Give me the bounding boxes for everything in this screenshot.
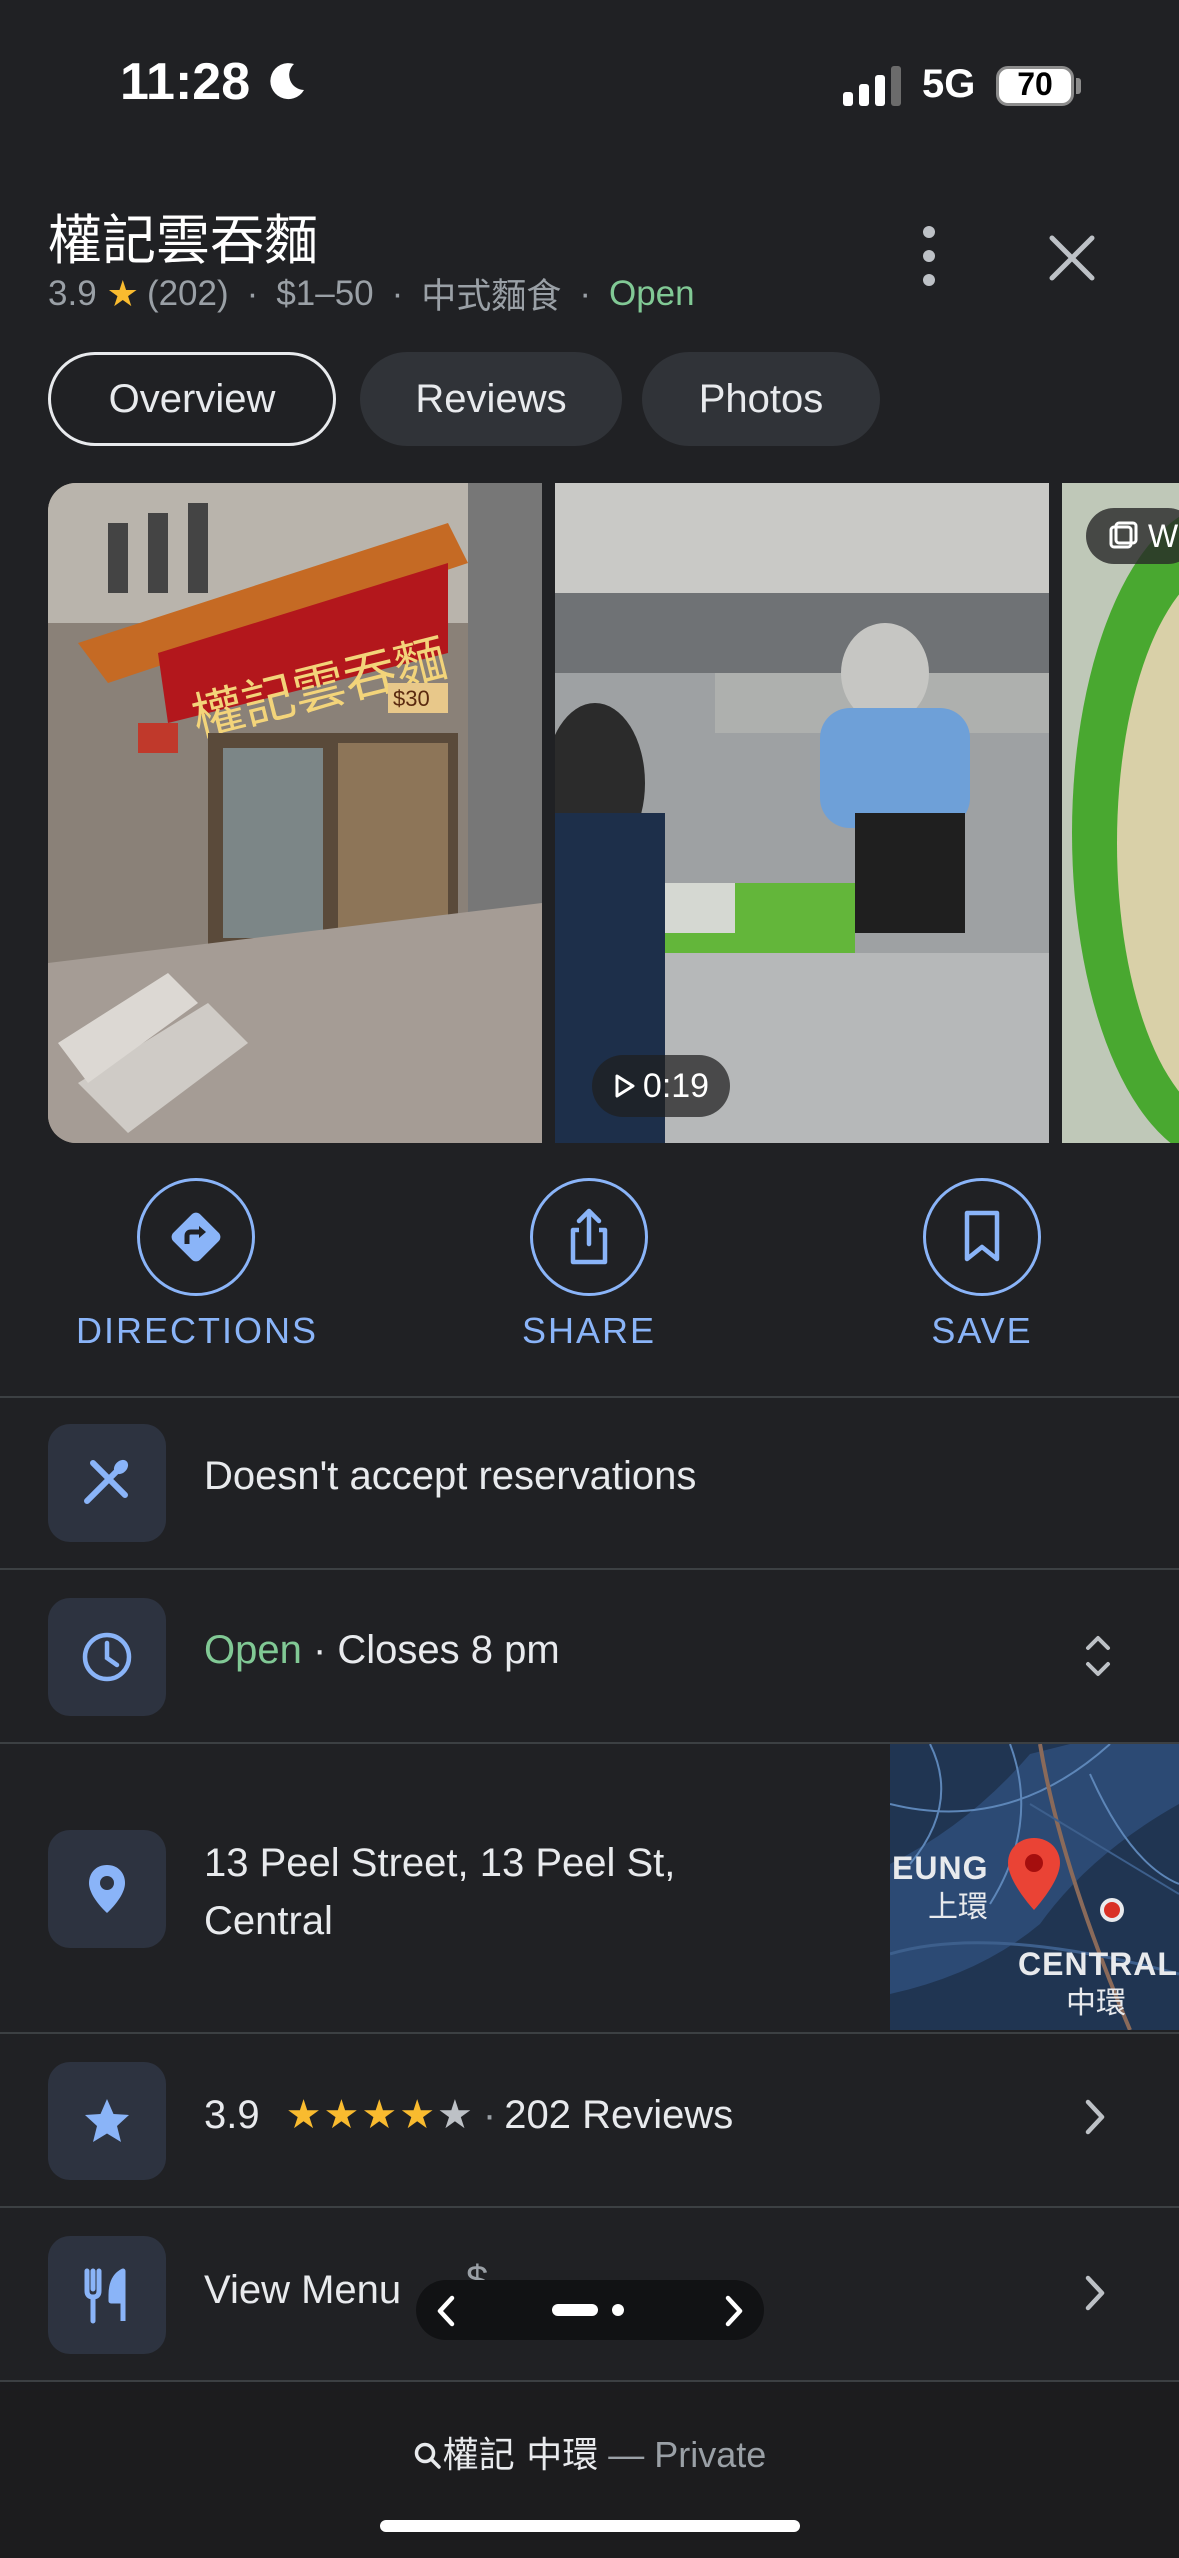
gallery-chip-text: W bbox=[1148, 517, 1179, 554]
map-marker-icon bbox=[1008, 1838, 1060, 1910]
signal-icon bbox=[843, 66, 901, 106]
close-icon[interactable] bbox=[1040, 226, 1104, 290]
place-title: 權記雲吞麵 bbox=[48, 209, 318, 272]
search-query: 權記 中環 bbox=[442, 2435, 599, 2476]
rating-separator: · bbox=[482, 2092, 497, 2137]
directions-button[interactable]: DIRECTIONS bbox=[76, 1178, 316, 1352]
place-status: Open bbox=[608, 273, 695, 313]
battery-level: 70 bbox=[1017, 66, 1053, 102]
play-icon bbox=[615, 1074, 635, 1098]
chevron-right-icon[interactable] bbox=[1080, 2094, 1110, 2140]
wonton-photo[interactable] bbox=[1062, 483, 1179, 1143]
location-pin-icon bbox=[48, 1830, 166, 1948]
search-icon bbox=[414, 2442, 441, 2469]
hours-row[interactable]: Open · Closes 8 pm bbox=[0, 1568, 1179, 1742]
photos-icon bbox=[1109, 521, 1138, 549]
place-meta: 3.9 ★ (202) · $1–50 · 中式麵食 · Open bbox=[48, 268, 695, 319]
expand-icon[interactable] bbox=[1080, 1628, 1116, 1684]
search-suffix: — Private bbox=[598, 2434, 767, 2475]
place-review-count: (202) bbox=[146, 273, 229, 313]
share-icon bbox=[570, 1208, 608, 1265]
separator: · bbox=[579, 273, 591, 313]
share-button[interactable]: SHARE bbox=[469, 1178, 709, 1352]
reservations-row: Doesn't accept reservations bbox=[0, 1396, 1179, 1568]
directions-icon bbox=[171, 1212, 221, 1262]
pager-active-dot bbox=[552, 2304, 598, 2316]
video-duration-badge[interactable]: 0:19 bbox=[592, 1055, 730, 1117]
utensils-icon bbox=[48, 1424, 166, 1542]
rating-stars: ★★★★ bbox=[285, 2093, 438, 2137]
directions-label: DIRECTIONS bbox=[76, 1310, 319, 1351]
map-label-sheung-wan-zh: 上環 bbox=[928, 1890, 988, 1925]
more-options-icon[interactable] bbox=[905, 226, 953, 286]
rating-reviews: 202 Reviews bbox=[504, 2092, 734, 2137]
gallery-chip[interactable]: W bbox=[1086, 508, 1179, 564]
separator: · bbox=[391, 273, 404, 313]
place-category: 中式麵食 bbox=[421, 277, 562, 317]
save-button[interactable]: SAVE bbox=[862, 1178, 1102, 1352]
rating-row[interactable]: 3.9 ★★★★ ★ · 202 Reviews bbox=[0, 2032, 1179, 2206]
map-thumbnail[interactable]: EUNG N 上環 CENTRAL 中環 bbox=[890, 1744, 1179, 2030]
tab-overview[interactable]: Overview bbox=[48, 352, 336, 446]
rating-empty-star: ★ bbox=[437, 2093, 475, 2137]
network-label: 5G bbox=[922, 62, 976, 106]
tab-photos[interactable]: Photos bbox=[642, 352, 880, 446]
menu-icon bbox=[48, 2236, 166, 2354]
video-duration: 0:19 bbox=[642, 1066, 710, 1105]
search-text: 權記 中環 — Private bbox=[0, 2426, 1179, 2478]
address-text: 13 Peel Street, 13 Peel St, Central bbox=[204, 1834, 675, 1950]
clock-icon bbox=[48, 1598, 166, 1716]
search-bar[interactable]: 權記 中環 — Private bbox=[0, 2380, 1179, 2558]
view-menu-text: View Menu bbox=[204, 2268, 402, 2312]
previous-icon[interactable] bbox=[434, 2294, 458, 2328]
battery-icon: 70 bbox=[996, 66, 1074, 106]
star-icon bbox=[48, 2062, 166, 2180]
rating-summary: 3.9 ★★★★ ★ · 202 Reviews bbox=[204, 2092, 733, 2138]
next-icon[interactable] bbox=[722, 2294, 746, 2328]
address-line-1: 13 Peel Street, 13 Peel St, bbox=[204, 1841, 676, 1885]
status-bar: 11:28 5G 70 bbox=[0, 0, 1179, 170]
place-price: $1–50 bbox=[276, 273, 374, 313]
pager-dot bbox=[612, 2304, 624, 2316]
carousel-pager[interactable] bbox=[416, 2280, 764, 2340]
star-icon: ★ bbox=[106, 272, 139, 314]
place-rating: 3.9 bbox=[48, 273, 97, 313]
chevron-right-icon[interactable] bbox=[1080, 2270, 1110, 2316]
moon-icon bbox=[270, 63, 304, 100]
map-label-central-zh: 中環 bbox=[1066, 1986, 1126, 2021]
bookmark-icon bbox=[964, 1210, 1000, 1262]
hours-separator: · bbox=[301, 1628, 338, 1672]
rating-value: 3.9 bbox=[204, 2092, 260, 2137]
kitchen-video-thumbnail[interactable] bbox=[555, 483, 1049, 1143]
price-sign: $30 bbox=[393, 686, 430, 711]
battery-nub bbox=[1076, 78, 1081, 94]
hours-closes: Closes 8 pm bbox=[337, 1628, 560, 1672]
hours-text: Open · Closes 8 pm bbox=[204, 1628, 560, 1673]
status-time: 11:28 bbox=[120, 53, 251, 111]
separator: · bbox=[246, 273, 259, 313]
reservations-text: Doesn't accept reservations bbox=[204, 1454, 697, 1498]
save-label: SAVE bbox=[931, 1310, 1033, 1351]
hours-status: Open bbox=[204, 1628, 302, 1672]
tab-reviews[interactable]: Reviews bbox=[360, 352, 622, 446]
storefront-photo[interactable]: 權記雲吞麵 $30 bbox=[48, 483, 542, 1143]
share-label: SHARE bbox=[521, 1310, 657, 1351]
home-indicator[interactable] bbox=[380, 2520, 800, 2532]
address-line-2: Central bbox=[204, 1899, 333, 1943]
